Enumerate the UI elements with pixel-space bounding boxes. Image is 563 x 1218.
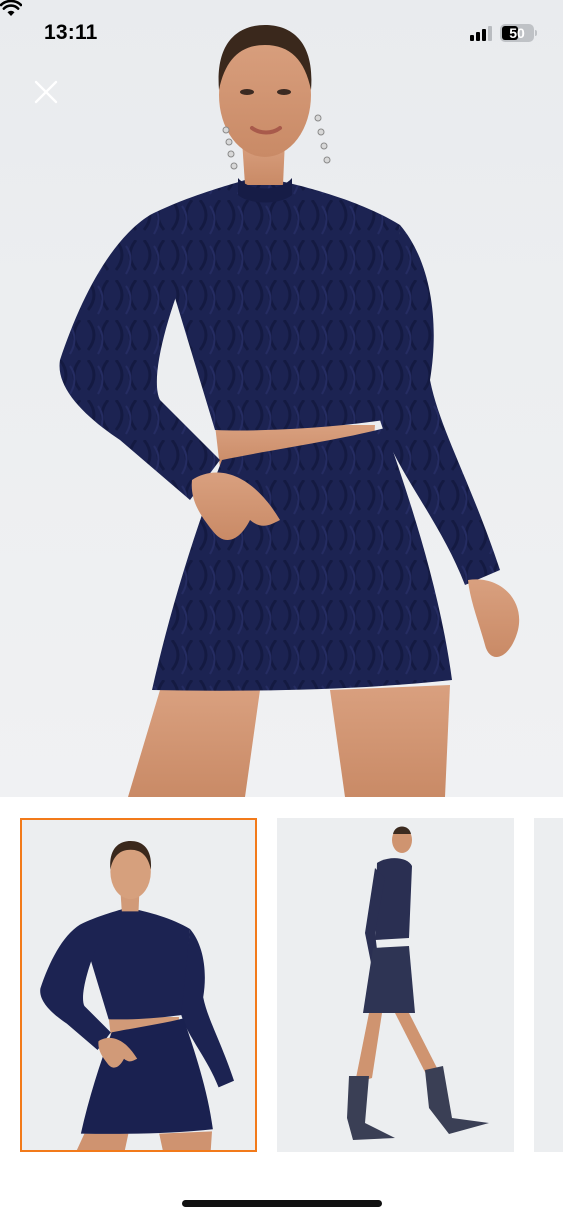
main-image-illustration bbox=[59, 25, 520, 797]
close-icon bbox=[34, 80, 58, 104]
thumbnail-3-image bbox=[534, 818, 563, 1152]
main-product-image[interactable]: 13:11 50 bbox=[0, 0, 563, 797]
status-time: 13:11 bbox=[44, 21, 98, 44]
battery-level: 50 bbox=[509, 25, 525, 41]
image-gallery-screen: 13:11 50 bbox=[0, 0, 563, 1218]
thumbnail-1[interactable] bbox=[20, 818, 257, 1152]
cellular-signal-icon bbox=[470, 25, 492, 41]
thumbnail-strip[interactable] bbox=[0, 818, 563, 1152]
thumbnail-3[interactable] bbox=[534, 818, 563, 1152]
thumbnail-2[interactable] bbox=[277, 818, 514, 1152]
thumbnail-1-image bbox=[22, 820, 255, 1150]
status-bar: 13:11 50 bbox=[0, 0, 563, 66]
status-indicators: 50 bbox=[0, 0, 537, 42]
close-button[interactable] bbox=[34, 80, 66, 112]
home-indicator[interactable] bbox=[182, 1200, 382, 1207]
thumbnail-2-image bbox=[277, 818, 514, 1152]
battery-icon: 50 bbox=[500, 24, 537, 42]
wifi-icon bbox=[0, 0, 22, 16]
